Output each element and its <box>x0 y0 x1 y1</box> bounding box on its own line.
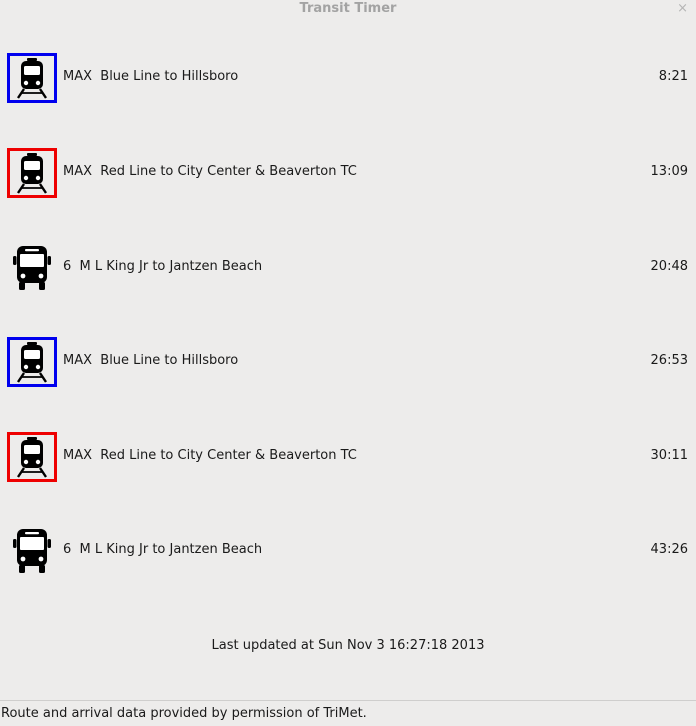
arrival-row: MAX Blue Line to Hillsboro 26:53 <box>0 337 696 387</box>
window-title: Transit Timer <box>299 1 397 16</box>
light-rail-icon <box>7 53 57 103</box>
arrival-time: 30:11 <box>650 448 688 463</box>
route-label: 6 M L King Jr to Jantzen Beach <box>63 542 263 557</box>
light-rail-icon <box>7 148 57 198</box>
arrival-row: 6 M L King Jr to Jantzen Beach 43:26 <box>0 526 696 576</box>
bus-icon <box>7 243 57 293</box>
route-label: MAX Blue Line to Hillsboro <box>63 353 239 368</box>
arrival-time: 26:53 <box>650 353 688 368</box>
arrival-time: 43:26 <box>650 542 688 557</box>
route-label: 6 M L King Jr to Jantzen Beach <box>63 259 263 274</box>
route-label: MAX Blue Line to Hillsboro <box>63 69 239 84</box>
status-bar: Route and arrival data provided by permi… <box>0 700 696 726</box>
arrival-row: MAX Red Line to City Center & Beaverton … <box>0 148 696 198</box>
arrival-row: MAX Blue Line to Hillsboro 8:21 <box>0 53 696 103</box>
arrival-time: 13:09 <box>650 164 688 179</box>
bus-icon <box>7 526 57 576</box>
title-bar: Transit Timer × <box>0 0 696 20</box>
close-icon[interactable]: × <box>677 2 688 16</box>
arrival-time: 8:21 <box>658 69 688 84</box>
route-label: MAX Red Line to City Center & Beaverton … <box>63 448 357 463</box>
route-label: MAX Red Line to City Center & Beaverton … <box>63 164 357 179</box>
arrival-time: 20:48 <box>650 259 688 274</box>
last-updated-label: Last updated at Sun Nov 3 16:27:18 2013 <box>211 638 485 653</box>
light-rail-icon <box>7 432 57 482</box>
arrival-row: 6 M L King Jr to Jantzen Beach 20:48 <box>0 243 696 293</box>
attribution-text: Route and arrival data provided by permi… <box>1 706 367 721</box>
light-rail-icon <box>7 337 57 387</box>
arrival-row: MAX Red Line to City Center & Beaverton … <box>0 432 696 482</box>
